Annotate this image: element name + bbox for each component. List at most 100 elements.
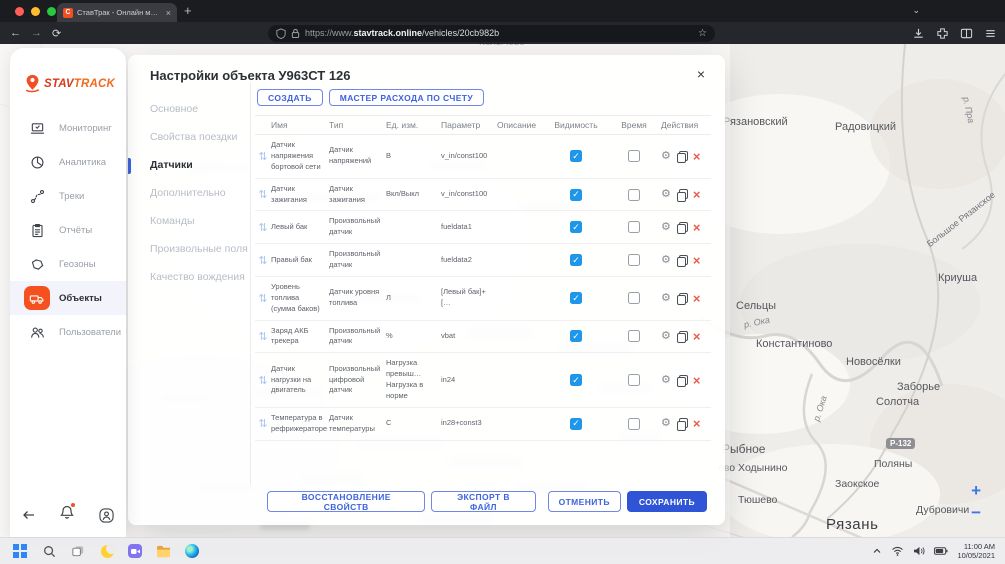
- collapse-back-icon[interactable]: [22, 509, 36, 521]
- time-checkbox[interactable]: [628, 418, 640, 430]
- settings-gear-icon[interactable]: ⚙: [661, 222, 671, 233]
- search-icon[interactable]: [41, 543, 57, 559]
- visibility-checkbox[interactable]: ✓: [570, 418, 582, 430]
- export-to-file-button[interactable]: ЭКСПОРТ В ФАЙЛ: [431, 491, 535, 512]
- time-checkbox[interactable]: [628, 292, 640, 304]
- time-checkbox[interactable]: [628, 150, 640, 162]
- delete-icon[interactable]: ×: [693, 188, 701, 201]
- visibility-checkbox[interactable]: ✓: [570, 292, 582, 304]
- chat-icon[interactable]: [128, 544, 142, 558]
- modal-tab[interactable]: Дополнительно: [128, 179, 250, 207]
- sidebar-item-geozones[interactable]: Геозоны: [10, 247, 126, 281]
- restore-properties-button[interactable]: ВОССТАНОВЛЕНИЕ СВОЙСТВ: [267, 491, 425, 512]
- split-screen-icon[interactable]: [960, 27, 973, 40]
- delete-icon[interactable]: ×: [693, 330, 701, 343]
- settings-gear-icon[interactable]: ⚙: [661, 331, 671, 342]
- copy-icon[interactable]: [677, 222, 687, 233]
- sidebar-item-reports[interactable]: Отчёты: [10, 213, 126, 247]
- drag-handle[interactable]: ⇅: [255, 417, 271, 430]
- chevron-up-icon[interactable]: [872, 547, 882, 555]
- modal-close-icon[interactable]: ×: [697, 66, 705, 82]
- settings-gear-icon[interactable]: ⚙: [661, 375, 671, 386]
- sidebar-item-users[interactable]: Пользователи: [10, 315, 126, 349]
- minimize-window-button[interactable]: [31, 7, 40, 16]
- sidebar-item-tracks[interactable]: Треки: [10, 179, 126, 213]
- crescent-app-icon[interactable]: [99, 543, 115, 559]
- settings-gear-icon[interactable]: ⚙: [661, 255, 671, 266]
- windows-start-icon[interactable]: [12, 543, 28, 559]
- browser-tab[interactable]: С СтавТрак - Онлайн мониторин ×: [57, 3, 177, 22]
- file-explorer-icon[interactable]: [155, 543, 171, 559]
- browser-menu-icon[interactable]: [984, 27, 997, 40]
- copy-icon[interactable]: [677, 189, 687, 200]
- fuel-master-button[interactable]: МАСТЕР РАСХОДА ПО СЧЕТУ: [329, 89, 484, 106]
- settings-gear-icon[interactable]: ⚙: [661, 418, 671, 429]
- sidebar-item-analytics[interactable]: Аналитика: [10, 145, 126, 179]
- notifications-bell-icon[interactable]: [60, 505, 74, 525]
- copy-icon[interactable]: [677, 151, 687, 162]
- delete-icon[interactable]: ×: [693, 221, 701, 234]
- extensions-icon[interactable]: [936, 27, 949, 40]
- profile-icon[interactable]: [99, 508, 114, 523]
- tracking-shield-icon[interactable]: [276, 28, 286, 39]
- copy-icon[interactable]: [677, 255, 687, 266]
- download-icon[interactable]: [912, 27, 925, 40]
- visibility-checkbox[interactable]: ✓: [570, 189, 582, 201]
- close-window-button[interactable]: [15, 7, 24, 16]
- wifi-icon[interactable]: [891, 546, 904, 556]
- time-checkbox[interactable]: [628, 254, 640, 266]
- forward-button[interactable]: →: [31, 27, 42, 39]
- new-tab-button[interactable]: +: [184, 3, 192, 18]
- time-checkbox[interactable]: [628, 330, 640, 342]
- map-zoom-in-button[interactable]: +: [971, 482, 981, 499]
- drag-handle[interactable]: ⇅: [255, 374, 271, 387]
- modal-tab[interactable]: Команды: [128, 207, 250, 235]
- settings-gear-icon[interactable]: ⚙: [661, 151, 671, 162]
- settings-gear-icon[interactable]: ⚙: [661, 189, 671, 200]
- cancel-button[interactable]: ОТМЕНИТЬ: [548, 491, 621, 512]
- modal-tab[interactable]: Датчики: [128, 151, 250, 179]
- visibility-checkbox[interactable]: ✓: [570, 254, 582, 266]
- copy-icon[interactable]: [677, 375, 687, 386]
- volume-icon[interactable]: [913, 546, 925, 556]
- visibility-checkbox[interactable]: ✓: [570, 330, 582, 342]
- copy-icon[interactable]: [677, 418, 687, 429]
- delete-icon[interactable]: ×: [693, 292, 701, 305]
- drag-handle[interactable]: ⇅: [255, 254, 271, 267]
- delete-icon[interactable]: ×: [693, 254, 701, 267]
- battery-icon[interactable]: [934, 547, 948, 555]
- sidebar-item-objects[interactable]: Объекты: [10, 281, 126, 315]
- drag-handle[interactable]: ⇅: [255, 330, 271, 343]
- save-button[interactable]: СОХРАНИТЬ: [627, 491, 707, 512]
- time-checkbox[interactable]: [628, 221, 640, 233]
- delete-icon[interactable]: ×: [693, 374, 701, 387]
- copy-icon[interactable]: [677, 293, 687, 304]
- tab-close-icon[interactable]: ×: [166, 8, 171, 18]
- settings-gear-icon[interactable]: ⚙: [661, 293, 671, 304]
- visibility-checkbox[interactable]: ✓: [570, 150, 582, 162]
- taskbar-clock[interactable]: 11:00 AM 10/05/2021: [957, 542, 995, 560]
- sidebar-item-monitoring[interactable]: Мониторинг: [10, 111, 126, 145]
- copy-icon[interactable]: [677, 331, 687, 342]
- drag-handle[interactable]: ⇅: [255, 221, 271, 234]
- visibility-checkbox[interactable]: ✓: [570, 221, 582, 233]
- address-bar[interactable]: https://www.stavtrack.online/vehicles/20…: [268, 25, 715, 42]
- tab-list-chevron-icon[interactable]: ⌄: [912, 5, 920, 16]
- time-checkbox[interactable]: [628, 374, 640, 386]
- drag-handle[interactable]: ⇅: [255, 188, 271, 201]
- reload-button[interactable]: ⟳: [52, 27, 61, 40]
- maximize-window-button[interactable]: [47, 7, 56, 16]
- delete-icon[interactable]: ×: [693, 417, 701, 430]
- modal-tab[interactable]: Качество вождения: [128, 263, 250, 291]
- time-checkbox[interactable]: [628, 189, 640, 201]
- delete-icon[interactable]: ×: [693, 150, 701, 163]
- create-sensor-button[interactable]: СОЗДАТЬ: [257, 89, 323, 106]
- task-view-icon[interactable]: [70, 543, 86, 559]
- drag-handle[interactable]: ⇅: [255, 150, 271, 163]
- map-zoom-out-button[interactable]: −: [971, 504, 981, 521]
- edge-icon[interactable]: [184, 543, 200, 559]
- modal-tab[interactable]: Свойства поездки: [128, 123, 250, 151]
- drag-handle[interactable]: ⇅: [255, 292, 271, 305]
- visibility-checkbox[interactable]: ✓: [570, 374, 582, 386]
- modal-tab[interactable]: Произвольные поля: [128, 235, 250, 263]
